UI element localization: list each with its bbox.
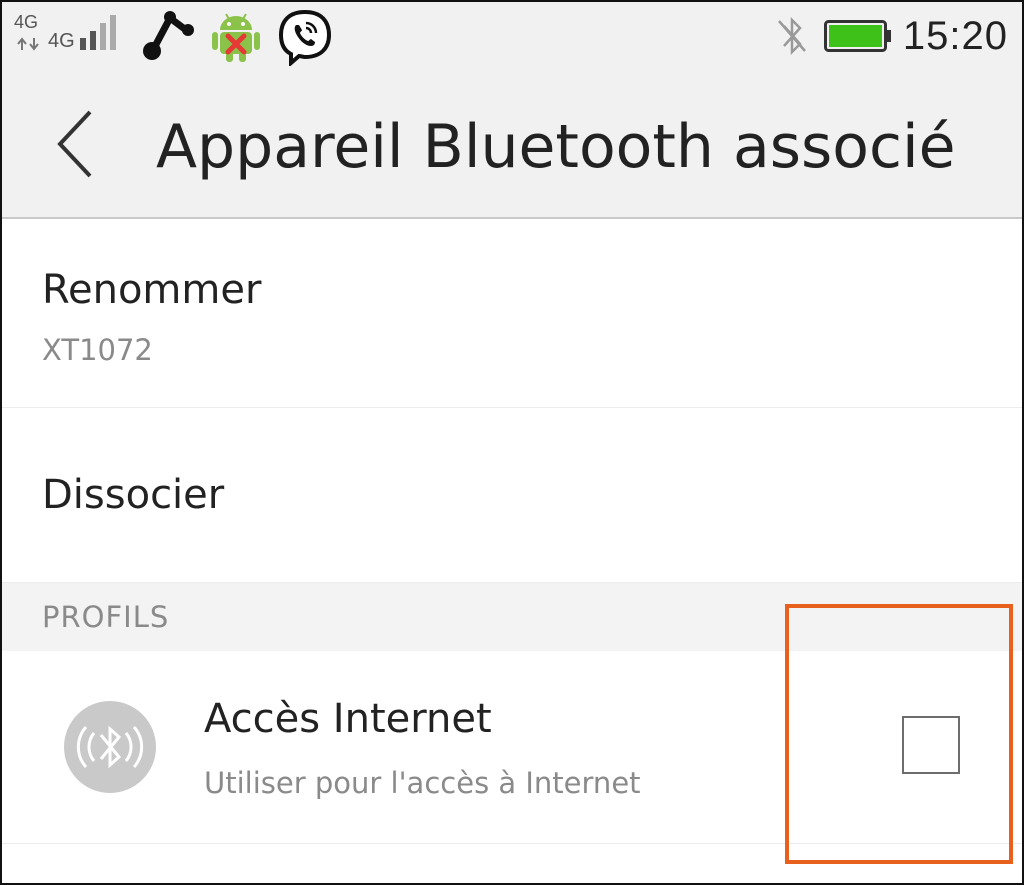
status-bar: 4G 4G 15:20	[2, 2, 1022, 76]
signal-bars-icon	[78, 14, 122, 50]
internet-access-description: Utiliser pour l'accès à Internet	[204, 766, 641, 800]
page-title: Appareil Bluetooth associé	[156, 112, 956, 182]
internet-access-label: Accès Internet	[204, 696, 492, 742]
unpair-label: Dissocier	[42, 472, 225, 518]
network-arrows-icon	[16, 36, 42, 51]
rename-item[interactable]: Renommer XT1072	[2, 219, 1022, 408]
network-type: 4G	[48, 30, 75, 52]
profiles-header-label: PROFILS	[42, 600, 170, 634]
back-button[interactable]	[46, 106, 106, 186]
viber-icon	[276, 8, 334, 68]
phone-screen: 4G 4G 15:20 Appareil Bluetooth associé R…	[0, 0, 1024, 885]
app-bar: Appareil Bluetooth associé	[2, 76, 1022, 219]
android-blocked-icon	[208, 8, 264, 64]
network-type-secondary: 4G	[14, 12, 39, 32]
internet-access-checkbox[interactable]	[902, 716, 960, 774]
device-name-value: XT1072	[42, 333, 153, 367]
chevron-left-icon	[57, 110, 92, 178]
status-time: 15:20	[902, 14, 1008, 58]
rename-label: Renommer	[42, 267, 262, 313]
battery-icon	[824, 20, 892, 52]
unpair-item[interactable]: Dissocier	[2, 408, 1022, 583]
bluetooth-audio-icon	[64, 701, 156, 793]
bluetooth-off-icon	[776, 16, 808, 56]
share-icon	[140, 8, 196, 62]
profiles-section-header: PROFILS	[2, 583, 1022, 651]
